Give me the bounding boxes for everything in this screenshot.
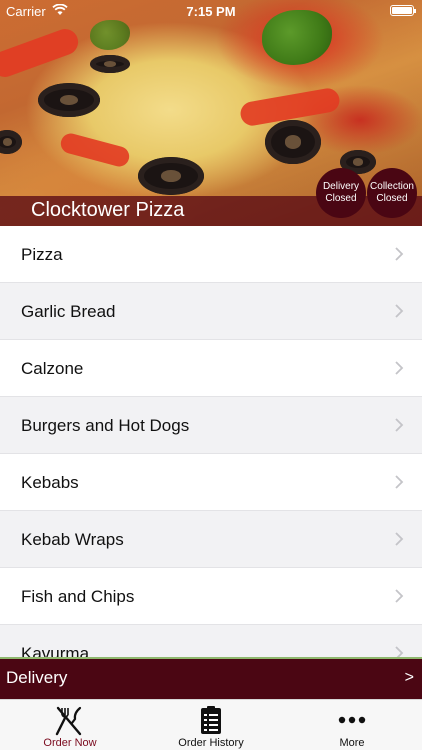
menu-item-kavurma[interactable]: Kavurma: [0, 625, 422, 657]
battery-icon: [390, 5, 416, 16]
collection-badge-line2: Closed: [376, 193, 408, 204]
menu-item-label: Fish and Chips: [21, 587, 135, 606]
chevron-right-icon: [395, 532, 404, 546]
tab-more[interactable]: More: [282, 700, 422, 750]
menu-item-label: Garlic Bread: [21, 302, 116, 321]
menu-item-label: Burgers and Hot Dogs: [21, 416, 190, 435]
menu-item-pizza[interactable]: Pizza: [0, 226, 422, 283]
menu-item-label: Calzone: [21, 359, 84, 378]
order-mode-label: Delivery: [6, 668, 68, 687]
more-dots-icon: [338, 716, 366, 724]
menu-item-burgers-and-hot-dogs[interactable]: Burgers and Hot Dogs: [0, 397, 422, 454]
status-time: 7:15 PM: [186, 4, 236, 19]
collection-status-badge: Collection Closed: [367, 168, 417, 218]
menu-item-kebab-wraps[interactable]: Kebab Wraps: [0, 511, 422, 568]
fork-knife-icon: [55, 706, 82, 736]
menu-item-fish-and-chips[interactable]: Fish and Chips: [0, 568, 422, 625]
menu-item-label: Pizza: [21, 245, 63, 264]
chevron-right-icon: [395, 304, 404, 318]
tab-label: More: [339, 737, 365, 749]
chevron-right-icon: [395, 475, 404, 489]
menu-item-label: Kavurma: [21, 644, 90, 657]
chevron-right-icon: [395, 589, 404, 603]
menu-category-list[interactable]: Pizza Garlic Bread Calzone Burgers and H…: [0, 226, 422, 657]
tab-order-history[interactable]: Order History: [141, 700, 281, 750]
delivery-status-badge: Delivery Closed: [316, 168, 366, 218]
chevron-right-icon: [395, 646, 404, 657]
chevron-right-icon: [395, 418, 404, 432]
clipboard-list-icon: [201, 706, 221, 734]
menu-item-kebabs[interactable]: Kebabs: [0, 454, 422, 511]
collection-badge-line1: Collection: [370, 181, 414, 192]
menu-item-garlic-bread[interactable]: Garlic Bread: [0, 283, 422, 340]
chevron-right-icon: [395, 247, 404, 261]
chevron-right-icon: [395, 361, 404, 375]
tab-order-now[interactable]: Order Now: [0, 700, 140, 750]
menu-item-label: Kebab Wraps: [21, 530, 124, 549]
delivery-badge-line1: Delivery: [322, 181, 360, 192]
order-mode-bar[interactable]: Delivery >: [0, 657, 422, 699]
menu-item-calzone[interactable]: Calzone: [0, 340, 422, 397]
order-mode-arrow: >: [404, 669, 414, 686]
tab-bar: Order Now Order History More: [0, 699, 422, 750]
delivery-badge-line2: Closed: [325, 193, 357, 204]
tab-label: Order Now: [43, 737, 97, 749]
restaurant-name: Clocktower Pizza: [31, 199, 185, 221]
tab-label: Order History: [178, 737, 244, 749]
menu-item-label: Kebabs: [21, 473, 79, 492]
status-bar: Carrier 7:15 PM: [0, 0, 422, 22]
